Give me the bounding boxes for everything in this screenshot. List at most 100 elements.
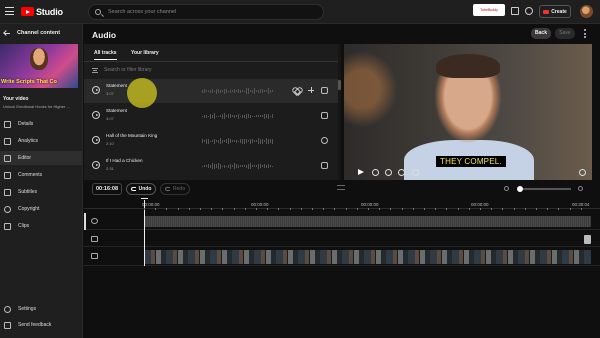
zoom-in-icon[interactable]	[578, 186, 583, 191]
play-icon[interactable]	[358, 169, 364, 175]
play-icon[interactable]	[92, 86, 100, 94]
menu-icon[interactable]	[5, 7, 14, 15]
tab-divider	[84, 61, 338, 62]
in-library-icon[interactable]	[321, 137, 328, 144]
waveform-bar	[214, 163, 215, 169]
extension-icon[interactable]	[511, 7, 519, 15]
ruler-tick	[155, 208, 157, 210]
back-label: Channel content	[17, 30, 61, 36]
forward-10-icon[interactable]	[398, 169, 405, 176]
waveform-bar	[206, 165, 207, 167]
waveform-bar	[224, 164, 225, 168]
waveform-bar	[216, 140, 217, 142]
channel-content-back-link[interactable]: Channel content	[4, 30, 60, 36]
waveform-bar	[258, 163, 259, 169]
waveform-bar	[272, 165, 273, 167]
sidebar-item-details[interactable]: Details	[0, 117, 82, 131]
waveform-bar	[232, 165, 233, 167]
sidebar-item-label: Clips	[18, 223, 30, 229]
waveform-bar	[226, 89, 227, 93]
ruler-tick	[457, 208, 459, 210]
sidebar-item-send-feedback[interactable]: Send feedback	[0, 318, 82, 332]
waveform-bar	[244, 90, 245, 92]
back-button[interactable]: Back	[531, 28, 551, 39]
zoom-out-icon[interactable]	[504, 186, 509, 191]
play-icon[interactable]	[92, 161, 100, 169]
waveform-bar	[204, 165, 205, 167]
text-clip[interactable]	[584, 235, 591, 244]
ruler-tick-label: 00:00:00	[251, 202, 269, 207]
tab-all-tracks[interactable]: All tracks	[94, 50, 117, 60]
search-input[interactable]: Search across your channel	[88, 4, 324, 20]
video-clip-filmstrip[interactable]	[144, 250, 591, 264]
filter-placeholder: Search or filter library	[104, 67, 152, 73]
sidebar-item-analytics[interactable]: Analytics	[0, 134, 82, 148]
waveform-bar	[208, 90, 209, 92]
video-preview[interactable]: THEY COMPEL.	[344, 44, 592, 180]
create-button[interactable]: Create	[539, 5, 571, 18]
audio-clip[interactable]	[144, 216, 591, 227]
panel-resize-handle[interactable]	[337, 185, 345, 190]
tab-your-library[interactable]: Your library	[131, 50, 159, 56]
tubebuddy-button[interactable]: TubeBuddy	[473, 4, 505, 16]
zoom-slider-handle[interactable]	[517, 185, 523, 192]
waveform-bar	[262, 138, 263, 144]
redo-button[interactable]: Redo	[160, 183, 190, 195]
save-button[interactable]: Save	[555, 28, 575, 39]
waveform-bar	[250, 163, 251, 169]
comment-icon	[4, 171, 11, 179]
studio-logo[interactable]: Studio	[21, 6, 63, 17]
filter-input[interactable]: Search or filter library	[92, 67, 152, 73]
add-to-video-icon[interactable]	[321, 87, 328, 94]
waveform-bar	[220, 89, 221, 93]
timeline-ruler[interactable]	[84, 197, 600, 209]
track-row[interactable]: Hall of the Mountain King 2:10	[84, 129, 338, 153]
ruler-tick	[480, 208, 481, 210]
waveform-bar	[266, 138, 267, 144]
waveform-bar	[242, 114, 243, 118]
play-icon[interactable]	[92, 111, 100, 119]
gear-icon[interactable]	[579, 169, 586, 176]
sidebar-item-copyright[interactable]: Copyright	[0, 202, 82, 216]
sidebar-item-clips[interactable]: Clips	[0, 219, 82, 233]
track-row[interactable]: Statement 3:07	[84, 79, 338, 103]
video-thumbnail[interactable]: Write Scripts That Co	[0, 44, 78, 88]
play-icon[interactable]	[92, 136, 100, 144]
ruler-tick	[312, 208, 313, 210]
thumbnail-face	[30, 48, 48, 70]
sidebar-item-subtitles[interactable]: Subtitles	[0, 185, 82, 199]
zoom-slider[interactable]	[519, 188, 571, 190]
add-to-video-icon[interactable]	[321, 112, 328, 119]
ruler-tick	[323, 208, 325, 210]
help-icon[interactable]	[525, 7, 533, 15]
volume-icon[interactable]	[412, 169, 419, 176]
track-row[interactable]: If I Had a Chicken 2:31	[84, 154, 338, 178]
heart-icon[interactable]	[293, 87, 300, 93]
waveform-bar	[228, 114, 229, 118]
waveform	[202, 113, 274, 119]
waveform-bar	[252, 89, 253, 93]
sidebar-item-comments[interactable]: Comments	[0, 168, 82, 182]
rewind-icon[interactable]	[372, 169, 379, 176]
waveform-bar	[256, 140, 257, 142]
scrollbar-thumb[interactable]	[338, 80, 341, 90]
sidebar-item-editor[interactable]: Editor	[0, 151, 82, 165]
avatar[interactable]	[580, 5, 593, 18]
replay-10-icon[interactable]	[385, 169, 392, 176]
waveform-bar	[258, 115, 259, 117]
undo-button[interactable]: Undo	[126, 183, 156, 195]
track-list-scrollbar[interactable]	[338, 44, 341, 180]
text-lane[interactable]	[84, 231, 600, 247]
waveform-bar	[262, 115, 263, 117]
plus-icon[interactable]	[308, 87, 314, 93]
waveform-bar	[248, 163, 249, 169]
sidebar-item-settings[interactable]: Settings	[0, 302, 82, 316]
track-row[interactable]: Statement 3:07	[84, 104, 338, 128]
ruler-tick	[379, 208, 381, 210]
add-to-video-icon[interactable]	[321, 162, 328, 169]
more-options-icon[interactable]	[584, 29, 586, 38]
waveform-bar	[230, 89, 231, 93]
waveform-bar	[210, 140, 211, 142]
ruler-tick	[424, 208, 425, 210]
waveform-bar	[236, 139, 237, 143]
